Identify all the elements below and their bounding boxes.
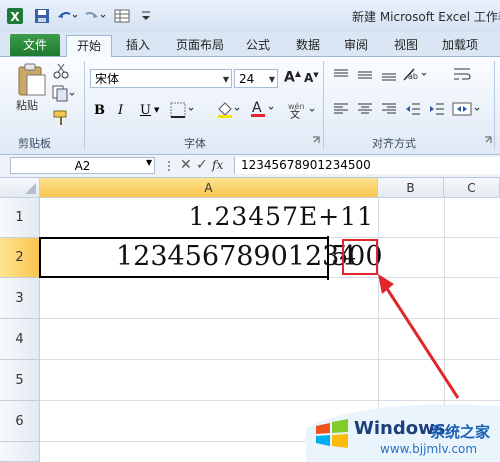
font-size-value: 24 (239, 72, 255, 86)
cell-a1[interactable]: 1.23457E+11 (40, 198, 378, 238)
align-right-icon[interactable] (380, 101, 398, 117)
wrap-text-icon[interactable] (452, 66, 472, 82)
annotation-arrow-icon (370, 270, 470, 410)
group-separator (84, 61, 85, 149)
tab-formulas[interactable]: 公式 (240, 35, 276, 55)
quick-access-table-icon[interactable] (114, 8, 136, 24)
decrease-indent-icon[interactable] (404, 101, 422, 117)
windows-logo-icon (314, 418, 350, 450)
format-painter-icon[interactable] (52, 109, 70, 127)
bold-icon[interactable]: B (94, 103, 105, 118)
chevron-down-icon[interactable]: ▼ (154, 106, 159, 114)
window-title: 新建 Microsoft Excel 工作表 (352, 10, 500, 24)
tab-insert[interactable]: 插入 (120, 35, 156, 55)
column-header-b[interactable]: B (378, 178, 444, 198)
row-header-3[interactable]: 3 (0, 278, 40, 319)
clipboard-group-label: 剪贴板 (18, 137, 51, 150)
formula-bar: A2 ▼ ✕ ✓ fx 12345678901234500 (0, 155, 500, 178)
row-header-4[interactable]: 4 (0, 319, 40, 360)
grow-font-icon[interactable]: A▲ (284, 69, 301, 86)
align-bottom-icon[interactable] (380, 67, 398, 83)
align-middle-icon[interactable] (356, 67, 374, 83)
svg-text:A: A (252, 100, 262, 116)
underline-icon[interactable]: U (140, 103, 151, 118)
font-name-combo[interactable]: 宋体 ▼ (90, 69, 232, 88)
shrink-font-icon[interactable]: A▼ (304, 71, 319, 85)
group-separator (323, 61, 324, 149)
paste-label: 粘贴 (16, 99, 38, 112)
merge-center-icon[interactable] (452, 101, 482, 117)
undo-icon[interactable] (56, 8, 78, 24)
svg-text:ab: ab (408, 72, 418, 81)
paste-button[interactable] (14, 63, 48, 97)
copy-icon[interactable] (52, 85, 76, 103)
excel-window: X 新建 Microsoft Excel 工作表 文件 开始 插入 页面布局 公… (0, 0, 500, 462)
alignment-dialog-launcher-icon[interactable] (484, 136, 492, 144)
chevron-down-icon[interactable]: ▼ (146, 158, 152, 167)
formula-input[interactable]: 12345678901234500 (234, 157, 500, 174)
formula-input-value: 12345678901234500 (241, 158, 371, 172)
name-box[interactable]: A2 (10, 157, 155, 174)
tab-file[interactable]: 文件 (10, 34, 60, 56)
align-left-icon[interactable] (332, 101, 350, 117)
chevron-down-icon: ▼ (268, 75, 275, 84)
title-bar: X 新建 Microsoft Excel 工作表 (0, 0, 500, 32)
borders-icon[interactable] (170, 102, 196, 118)
chevron-down-icon: ▼ (222, 75, 229, 84)
tab-review[interactable]: 审阅 (338, 35, 374, 55)
tab-data[interactable]: 数据 (290, 35, 326, 55)
formula-bar-handle-icon[interactable] (164, 157, 174, 175)
insert-function-icon[interactable]: fx (212, 158, 223, 172)
tab-page-layout[interactable]: 页面布局 (170, 35, 230, 55)
spreadsheet-grid: A B C 1 2 3 4 5 6 1.23457E+11 1234567890… (0, 178, 500, 462)
font-dialog-launcher-icon[interactable] (312, 136, 320, 144)
ribbon-home: 粘贴 剪贴板 宋体 ▼ 24 ▼ A▲ A▼ B I U ▼ A wén 文 字… (0, 57, 500, 155)
group-separator (494, 61, 495, 149)
align-center-icon[interactable] (356, 101, 374, 117)
confirm-icon[interactable]: ✓ (196, 157, 208, 173)
fill-color-icon[interactable] (216, 101, 242, 119)
name-box-value: A2 (74, 159, 91, 173)
alignment-group-label: 对齐方式 (372, 137, 416, 150)
orientation-icon[interactable]: ab (402, 66, 430, 82)
column-header-a[interactable]: A (40, 178, 378, 198)
row-header-7[interactable] (0, 442, 40, 462)
customize-toolbar-icon[interactable] (140, 8, 152, 24)
row-header-1[interactable]: 1 (0, 198, 40, 238)
cell-a2-value-main: 12345678901234 (116, 241, 357, 272)
save-icon[interactable] (34, 8, 50, 24)
row-header-5[interactable]: 5 (0, 360, 40, 401)
cell-a1-value: 1.23457E+11 (188, 202, 374, 231)
cut-icon[interactable] (52, 62, 70, 80)
excel-logo-icon: X (6, 7, 24, 25)
watermark: Windows 系统之家 www.bjjmlv.com (306, 398, 500, 462)
tab-view[interactable]: 视图 (388, 35, 424, 55)
watermark-cn: 系统之家 (430, 423, 491, 441)
font-size-combo[interactable]: 24 ▼ (234, 69, 278, 88)
cancel-icon[interactable]: ✕ (180, 157, 192, 173)
tab-home[interactable]: 开始 (66, 35, 112, 57)
font-group-label: 字体 (184, 137, 206, 150)
font-name-value: 宋体 (95, 72, 120, 86)
column-header-c[interactable]: C (444, 178, 500, 198)
increase-indent-icon[interactable] (428, 101, 446, 117)
svg-text:X: X (10, 10, 20, 24)
watermark-url: www.bjjmlv.com (380, 442, 478, 456)
font-color-icon[interactable]: A (250, 99, 276, 119)
tab-addins[interactable]: 加载项 (436, 35, 484, 55)
italic-icon[interactable]: I (118, 103, 123, 118)
redo-icon[interactable] (84, 8, 106, 24)
row-header-2[interactable]: 2 (0, 238, 40, 278)
svg-text:文: 文 (290, 108, 300, 119)
ribbon-tab-row: 文件 开始 插入 页面布局 公式 数据 审阅 视图 加载项 (0, 32, 500, 57)
row-header-6[interactable]: 6 (0, 401, 40, 442)
select-all-corner[interactable] (0, 178, 40, 198)
phonetic-icon[interactable]: wén 文 (288, 101, 318, 119)
align-top-icon[interactable] (332, 67, 350, 83)
